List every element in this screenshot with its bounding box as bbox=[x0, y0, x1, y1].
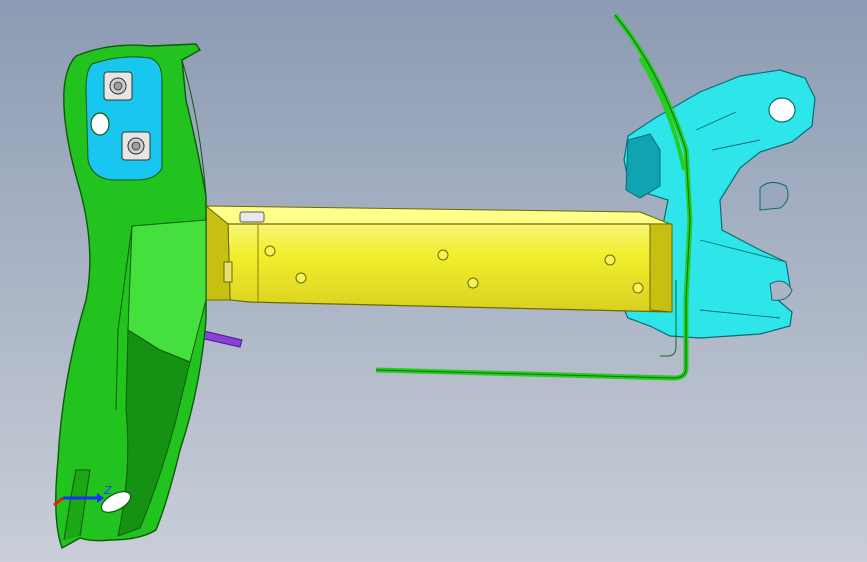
crossbeam-hole[interactable] bbox=[264, 245, 276, 257]
crossbeam-hole[interactable] bbox=[604, 254, 616, 266]
triad-label: Z bbox=[103, 484, 112, 497]
crossbeam-nut bbox=[239, 211, 265, 223]
yellow-crossbeam[interactable] bbox=[204, 204, 673, 313]
bracket-hole-round[interactable] bbox=[768, 97, 796, 123]
cad-scene[interactable]: Z bbox=[0, 0, 867, 562]
crossbeam-hole[interactable] bbox=[295, 272, 307, 284]
cad-viewport[interactable]: Z bbox=[0, 0, 867, 562]
crossbeam-hole[interactable] bbox=[632, 282, 644, 294]
crossbeam-hole[interactable] bbox=[437, 249, 449, 261]
left-bracket-hole[interactable] bbox=[90, 112, 110, 136]
crossbeam-hole[interactable] bbox=[467, 277, 479, 289]
weld-nut-lower bbox=[121, 131, 151, 161]
crossbeam-front-face bbox=[227, 223, 673, 313]
weld-nut-upper bbox=[103, 71, 133, 101]
crossbeam-clip bbox=[223, 261, 233, 283]
